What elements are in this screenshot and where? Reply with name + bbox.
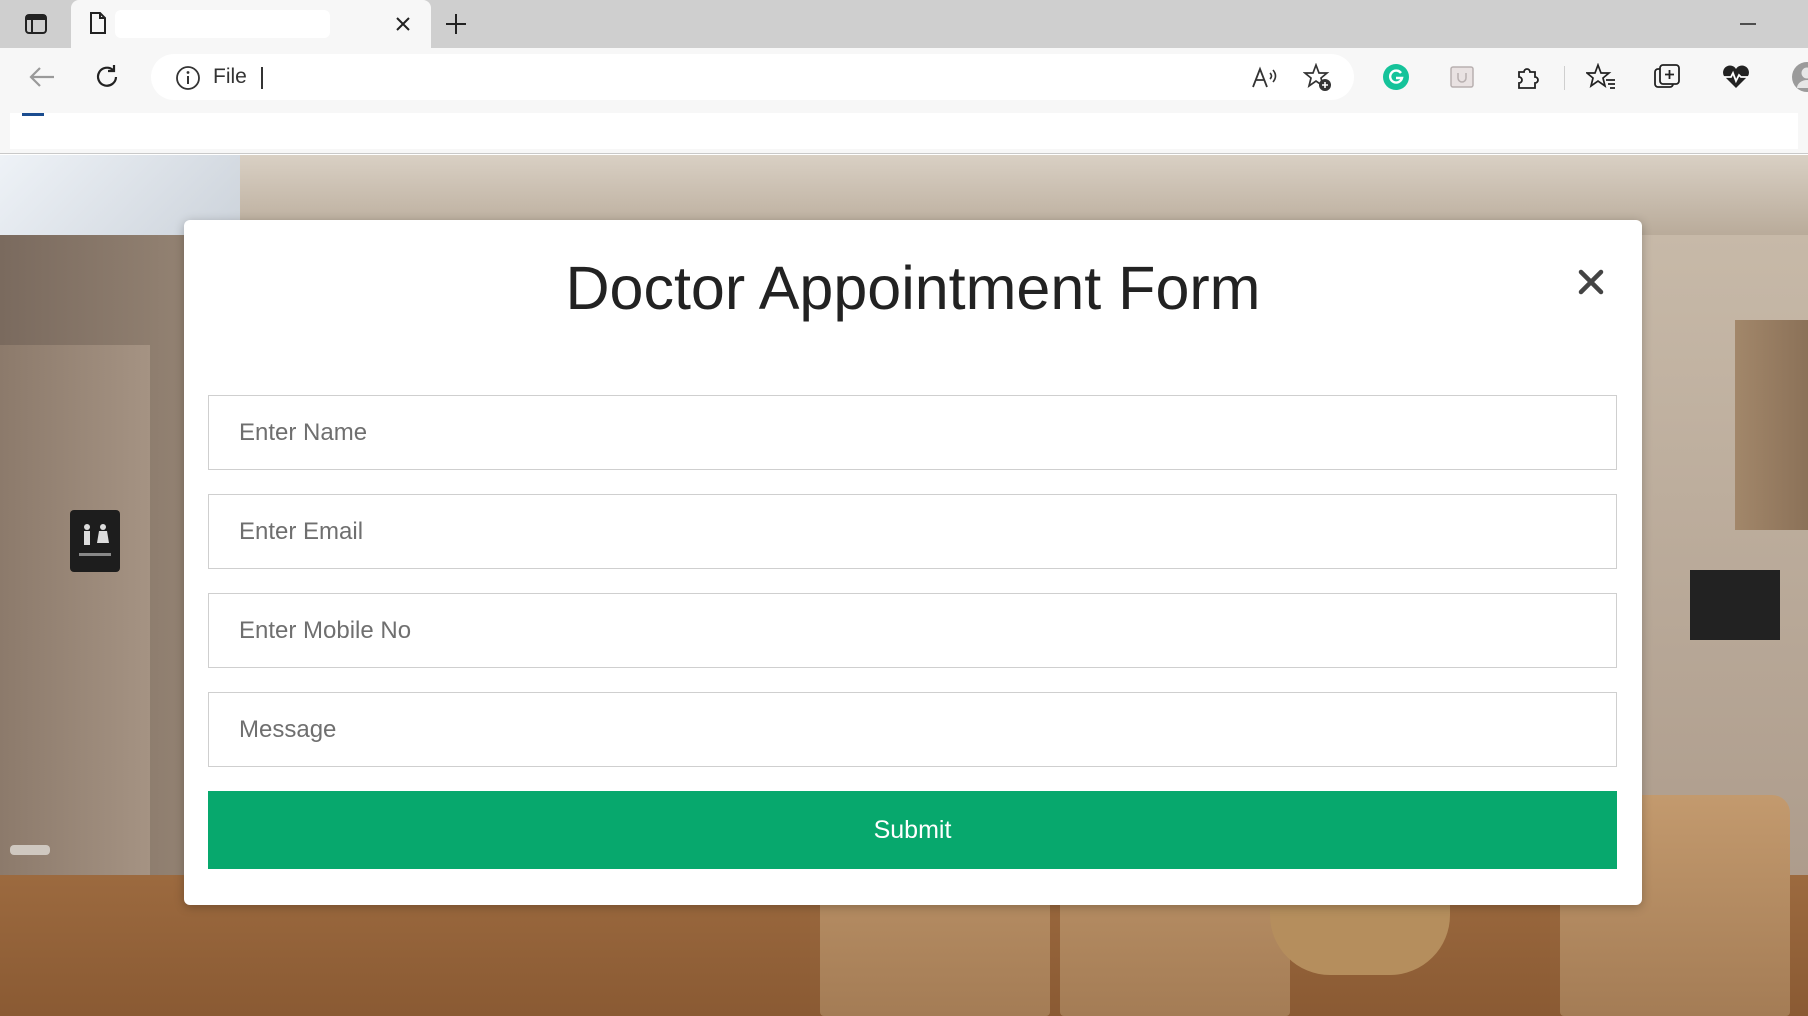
toolbar-separator <box>1564 66 1565 90</box>
cabinet <box>1735 320 1808 530</box>
restroom-sign-icon <box>70 510 120 572</box>
message-field[interactable] <box>208 692 1617 767</box>
puzzle-icon[interactable] <box>1509 58 1547 96</box>
tab-strip <box>0 0 1808 48</box>
info-icon[interactable] <box>175 65 201 96</box>
collections-icon[interactable] <box>1648 58 1686 96</box>
tab-title <box>115 10 330 38</box>
star-plus-icon[interactable] <box>1301 61 1335 95</box>
modal-title: Doctor Appointment Form <box>565 254 1261 322</box>
appointment-modal: Doctor Appointment Form Submit <box>184 220 1642 905</box>
tab-actions-icon[interactable] <box>20 12 52 36</box>
favorites-icon[interactable] <box>1582 58 1620 96</box>
browser-tab[interactable] <box>71 0 431 48</box>
close-icon[interactable] <box>393 14 413 34</box>
read-aloud-icon[interactable] <box>1248 61 1282 95</box>
arrow-left-icon[interactable] <box>24 59 60 95</box>
submit-button[interactable]: Submit <box>208 791 1617 869</box>
heart-pulse-icon[interactable] <box>1717 58 1755 96</box>
address-bar[interactable]: File <box>151 54 1354 100</box>
page-icon <box>89 12 107 39</box>
close-icon[interactable] <box>1573 264 1609 300</box>
magazine-basket <box>1270 895 1450 975</box>
mobile-field[interactable] <box>208 593 1617 668</box>
grammarly-icon[interactable] <box>1377 58 1415 96</box>
monitor <box>1690 570 1780 640</box>
email-field[interactable] <box>208 494 1617 569</box>
door-handle <box>10 845 50 855</box>
address-caret <box>261 67 263 89</box>
extension-box-icon[interactable] <box>1443 58 1481 96</box>
browser-toolbar: File <box>0 48 1808 154</box>
refresh-icon[interactable] <box>89 59 125 95</box>
address-scheme: File <box>213 65 247 88</box>
favorites-bar <box>10 113 1798 149</box>
avatar[interactable] <box>1786 58 1808 96</box>
minimize-icon[interactable] <box>1735 11 1761 37</box>
name-field[interactable] <box>208 395 1617 470</box>
plus-icon[interactable] <box>443 11 469 37</box>
favorites-bar-indicator <box>22 113 44 116</box>
